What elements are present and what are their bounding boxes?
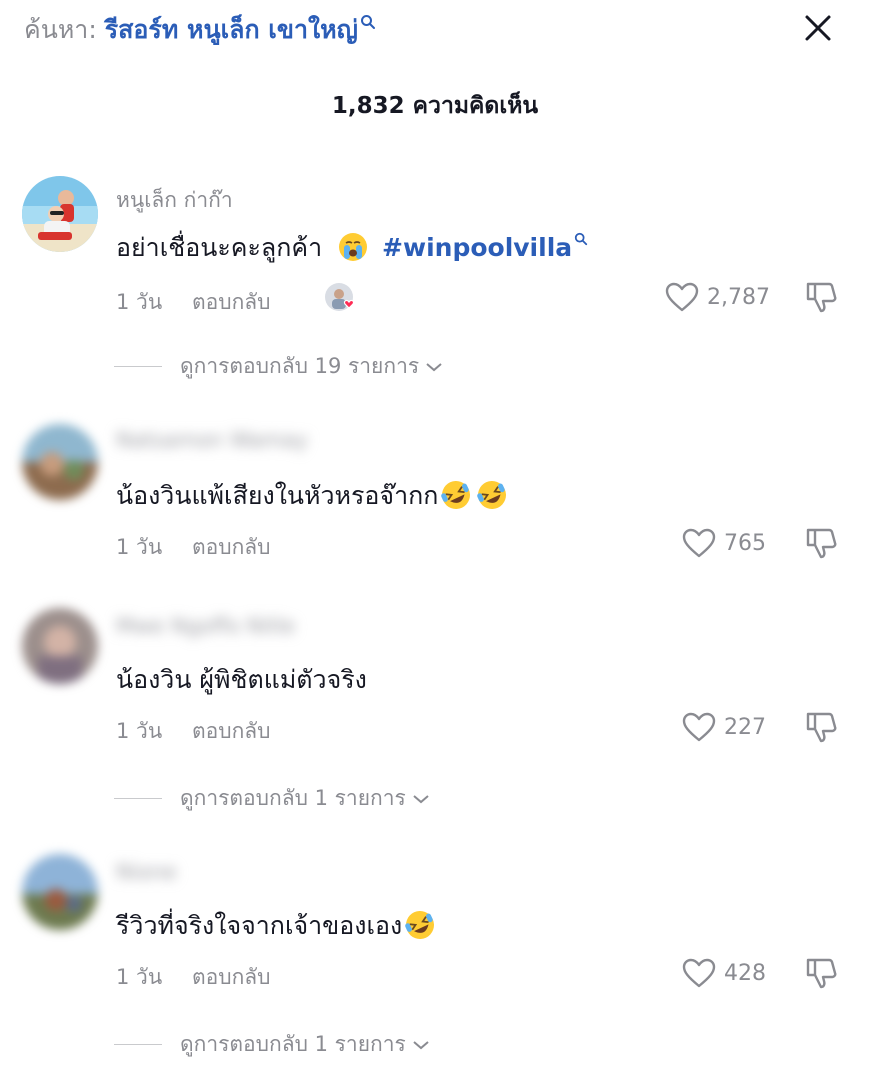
hashtag-link[interactable]: #winpoolvilla xyxy=(382,233,572,262)
dislike-icon[interactable] xyxy=(804,526,838,560)
chevron-down-icon xyxy=(413,794,429,803)
comment-text: รีวิวที่จริงใจจากเจ้าของเอง xyxy=(116,906,436,946)
comment-count-title: 1,832 ความคิดเห็น xyxy=(331,93,539,119)
divider-line xyxy=(114,797,162,800)
search-icon[interactable] xyxy=(360,14,376,30)
avatar-photo xyxy=(22,176,98,252)
dislike-button[interactable] xyxy=(804,956,838,994)
chevron-down-icon xyxy=(413,1040,429,1049)
comment-age: 1 วัน xyxy=(116,290,163,314)
avatar[interactable] xyxy=(22,176,98,252)
dislike-button[interactable] xyxy=(804,526,838,564)
reply-button[interactable]: ตอบกลับ xyxy=(192,715,271,748)
view-replies-label: ดูการตอบกลับ 19 รายการ xyxy=(180,354,420,378)
heart-outline-icon[interactable] xyxy=(682,958,716,988)
like-button[interactable]: 765 xyxy=(682,528,766,558)
crying-emoji xyxy=(339,233,368,261)
dislike-button[interactable] xyxy=(804,710,838,748)
chevron-down-icon xyxy=(426,362,442,371)
dislike-icon[interactable] xyxy=(804,956,838,990)
comment-text: อย่าเชื่อนะคะลูกค้า #winpoolvilla xyxy=(116,228,588,268)
creator-liked-badge xyxy=(324,282,358,316)
comment-body: รีวิวที่จริงใจจากเจ้าของเอง xyxy=(116,911,403,940)
comment-username[interactable]: Natsamon Wamay xyxy=(116,428,308,452)
comment-text: น้องวิน ผู้พิชิตแม่ตัวจริง xyxy=(116,665,367,694)
reply-button[interactable]: ตอบกลับ xyxy=(192,286,271,319)
close-icon[interactable] xyxy=(804,14,832,42)
view-replies-button[interactable]: ดูการตอบกลับ 1 รายการ xyxy=(114,1028,430,1061)
like-count: 2,787 xyxy=(707,284,770,310)
avatar[interactable] xyxy=(22,424,98,500)
dislike-icon[interactable] xyxy=(804,710,838,744)
rofl-emoji xyxy=(477,481,507,509)
divider-line xyxy=(114,1043,162,1046)
rofl-emoji xyxy=(441,481,471,509)
like-button[interactable]: 2,787 xyxy=(665,282,770,312)
comment-body: อย่าเชื่อนะคะลูกค้า xyxy=(116,233,323,262)
avatar[interactable] xyxy=(22,608,98,684)
view-replies-label: ดูการตอบกลับ 1 รายการ xyxy=(180,786,406,810)
heart-outline-icon[interactable] xyxy=(665,282,699,312)
divider-line xyxy=(114,365,162,368)
avatar[interactable] xyxy=(22,854,98,930)
close-button[interactable] xyxy=(796,6,840,50)
rofl-emoji xyxy=(405,911,435,939)
dislike-icon[interactable] xyxy=(804,280,838,314)
like-count: 428 xyxy=(724,960,766,986)
like-button[interactable]: 227 xyxy=(682,712,766,742)
like-button[interactable]: 428 xyxy=(682,958,766,988)
dislike-button[interactable] xyxy=(804,280,838,318)
view-replies-button[interactable]: ดูการตอบกลับ 19 รายการ xyxy=(114,350,443,383)
reply-button[interactable]: ตอบกลับ xyxy=(192,961,271,994)
comment-username[interactable]: หนูเล็ก ก่าก๊า xyxy=(116,184,233,217)
comment-body: น้องวินแพ้เสียงในหัวหรอจ๊ากก xyxy=(116,481,439,510)
comment-age: 1 วัน xyxy=(116,965,163,989)
search-prefix: ค้นหา: xyxy=(24,15,97,44)
search-query[interactable]: รีสอร์ท หนูเล็ก เขาใหญ่ xyxy=(105,15,358,44)
comment-age: 1 วัน xyxy=(116,719,163,743)
search-bar[interactable]: ค้นหา: รีสอร์ท หนูเล็ก เขาใหญ่ xyxy=(24,10,376,50)
view-replies-button[interactable]: ดูการตอบกลับ 1 รายการ xyxy=(114,782,430,815)
search-icon[interactable] xyxy=(574,232,588,246)
comment-username[interactable]: Nione xyxy=(116,860,177,884)
heart-outline-icon[interactable] xyxy=(682,712,716,742)
reply-button[interactable]: ตอบกลับ xyxy=(192,531,271,564)
view-replies-label: ดูการตอบกลับ 1 รายการ xyxy=(180,1032,406,1056)
like-count: 765 xyxy=(724,530,766,556)
comment-text: น้องวินแพ้เสียงในหัวหรอจ๊ากก xyxy=(116,476,508,516)
heart-outline-icon[interactable] xyxy=(682,528,716,558)
comment-age: 1 วัน xyxy=(116,535,163,559)
comment-username[interactable]: Mwe Ngoffo Nitle xyxy=(116,614,295,638)
like-count: 227 xyxy=(724,714,766,740)
